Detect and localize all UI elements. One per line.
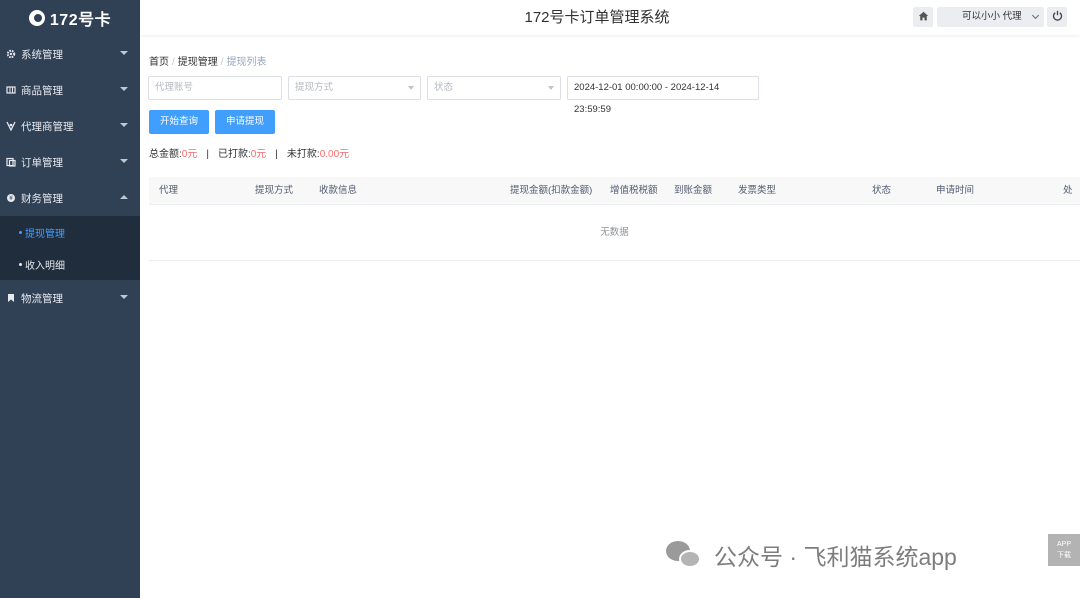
status-select[interactable]: 状态 [427,76,561,100]
user-dropdown[interactable]: 可以小小 代理 [937,7,1044,27]
chevron-down-icon [120,159,128,163]
badge-line2: 下载 [1057,552,1071,559]
column-header: 申请时间 [936,185,975,196]
power-icon [1052,10,1063,24]
column-header: 处 [1063,185,1073,196]
caret-down-icon [408,86,414,90]
svg-text:¥: ¥ [9,195,13,202]
unpaid-value: 0.00元 [319,149,350,160]
separator: | [206,149,209,160]
home-icon [918,11,929,24]
finance-submenu: 提现管理 收入明细 [0,216,140,280]
sidebar-item-label: 订单管理 [21,156,63,169]
order-icon [6,157,16,167]
chevron-up-icon [120,195,128,199]
main-content: 首页 / 提现管理 / 提现列表 代理账号 提现方式 状态 2024-12-01 00:… [140,35,1080,598]
chevron-down-icon [120,123,128,127]
sidebar-subitem-label: 收入明细 [25,260,65,272]
chevron-down-icon [120,51,128,55]
agent-icon [6,121,16,131]
logo-icon [28,10,45,26]
paid-label: 已打款: [217,149,251,160]
empty-text: 无数据 [149,205,1080,261]
breadcrumb-level1[interactable]: 提现管理 [178,57,218,68]
chevron-down-icon [120,87,128,91]
column-header: 到账金额 [674,185,713,196]
date-range-input[interactable]: 2024-12-01 00:00:00 - 2024-12-14 23:59:5… [567,76,759,115]
watermark: 公众号 · 飞利猫系统app [666,538,957,572]
withdraw-table: 代理 提现方式 收款信息 提现金额(扣款金额) 增值税税额 到账金额 发票类型 … [149,177,1080,261]
breadcrumb: 首页 / 提现管理 / 提现列表 [149,53,267,68]
withdraw-method-placeholder: 提现方式 [295,82,334,93]
sidebar-item-logistics[interactable]: 物流管理 [0,280,140,316]
column-header: 提现方式 [255,185,294,196]
column-header: 收款信息 [319,185,358,196]
bookmark-icon [6,293,16,303]
sidebar-item-system[interactable]: 系统管理 [0,36,140,72]
bullet-icon [19,262,22,266]
search-button[interactable]: 开始查询 [149,110,209,134]
sidebar-item-orders[interactable]: 订单管理 [0,144,140,180]
total-value: 0元 [181,149,198,160]
bullet-icon [19,230,22,234]
chevron-down-icon [1031,11,1040,20]
logout-button[interactable] [1047,7,1067,27]
column-header: 代理 [159,185,179,196]
total-label: 总金额: [149,149,182,160]
badge-line1: APP [1056,541,1071,548]
agent-account-input[interactable]: 代理账号 [148,76,282,100]
breadcrumb-separator: / [172,57,175,68]
home-button[interactable] [913,7,933,27]
sidebar-subitem-withdraw[interactable]: 提现管理 [0,216,140,248]
sidebar-item-label: 物流管理 [21,292,63,305]
sidebar-item-label: 代理商管理 [21,120,74,133]
paid-value: 0元 [250,149,267,160]
sidebar-subitem-income[interactable]: 收入明细 [0,248,140,280]
column-header: 状态 [872,185,892,196]
column-header: 发票类型 [738,185,777,196]
chevron-down-icon [120,295,128,299]
sidebar: 172号卡 系统管理 商品管理 代理商管理 订单管理 ¥ 财务管理 提现管理 收… [0,0,140,598]
status-placeholder: 状态 [434,82,454,93]
sidebar-item-products[interactable]: 商品管理 [0,72,140,108]
sidebar-item-label: 商品管理 [21,84,63,97]
column-header: 提现金额(扣款金额) [510,185,593,196]
sidebar-item-label: 系统管理 [21,48,63,61]
column-header: 增值税税额 [610,185,658,196]
sidebar-item-agents[interactable]: 代理商管理 [0,108,140,144]
app-title: 172号卡订单管理系统 [524,9,670,26]
sidebar-subitem-label: 提现管理 [25,228,65,240]
watermark-text: 公众号 · 飞利猫系统app [714,544,957,570]
caret-down-icon [548,86,554,90]
logo-text: 172号卡 [49,12,112,29]
separator: | [275,149,278,160]
breadcrumb-home[interactable]: 首页 [149,57,169,68]
amount-summary: 总金额:0元 | 已打款:0元 | 未打款:0.00元 [149,145,349,160]
top-header: 172号卡订单管理系统 可以小小 代理 [140,0,1080,35]
user-name: 可以小小 代理 [962,11,1022,22]
table-header: 代理 提现方式 收款信息 提现金额(扣款金额) 增值税税额 到账金额 发票类型 … [149,177,1080,205]
product-icon [6,85,16,95]
app-download-badge[interactable]: APP 下载 [1048,534,1080,566]
sidebar-item-label: 财务管理 [21,192,63,205]
finance-icon: ¥ [6,193,16,203]
breadcrumb-current: 提现列表 [226,57,267,68]
unpaid-label: 未打款: [286,149,320,160]
breadcrumb-separator: / [220,57,224,68]
sidebar-item-finance[interactable]: ¥ 财务管理 [0,180,140,216]
gear-icon [6,49,16,59]
withdraw-method-select[interactable]: 提现方式 [288,76,421,100]
wechat-icon [666,541,704,569]
apply-withdraw-button[interactable]: 申请提现 [215,110,275,134]
